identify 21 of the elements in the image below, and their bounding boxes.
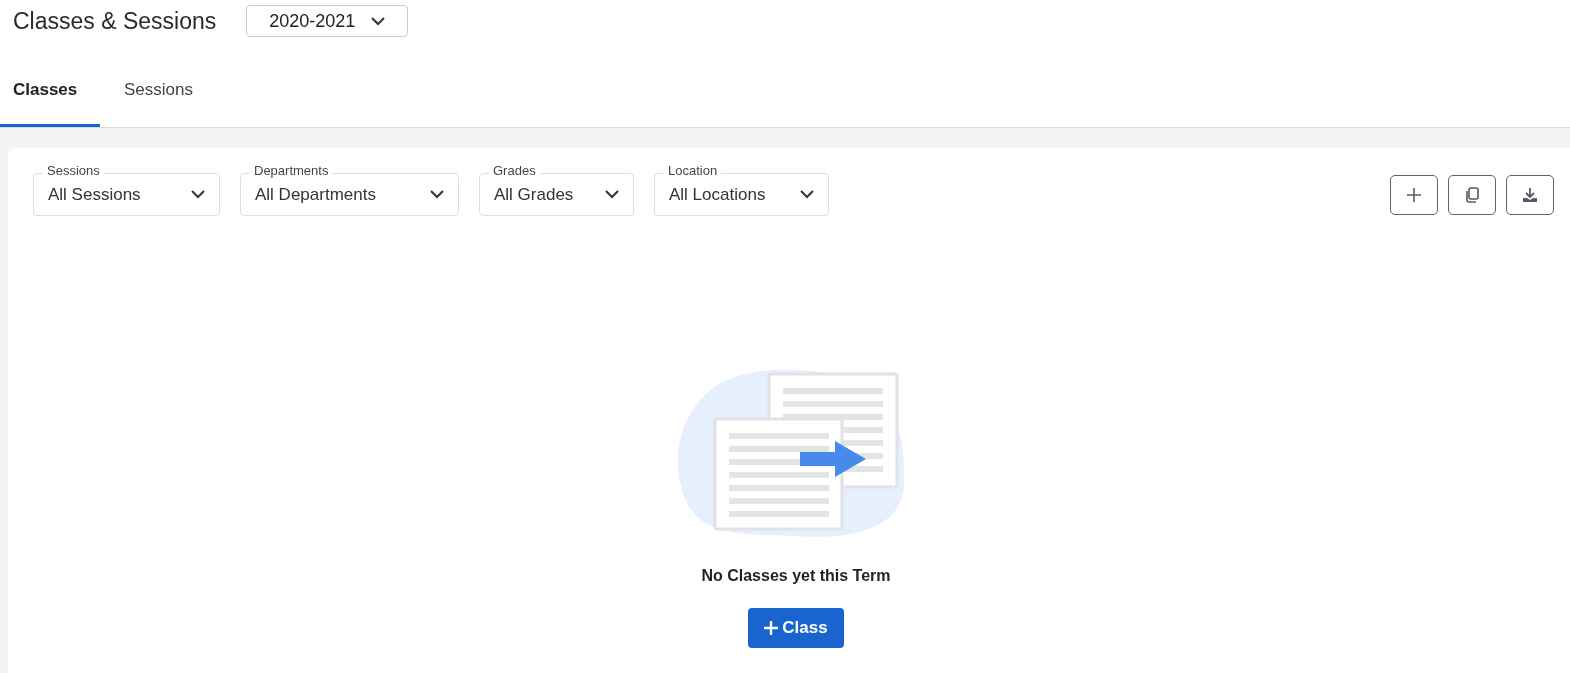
chevron-down-icon <box>800 190 814 199</box>
copy-icon <box>1464 187 1480 203</box>
download-icon <box>1522 187 1538 203</box>
tab[interactable]: Sessions <box>100 62 217 127</box>
filter-value: All Sessions <box>48 183 141 206</box>
download-button[interactable] <box>1506 175 1554 215</box>
empty-message: No Classes yet this Term <box>701 566 891 586</box>
filter-value: All Locations <box>669 183 766 206</box>
year-select[interactable]: 2020-2021 <box>246 5 409 37</box>
add-class-button[interactable]: Class <box>748 608 844 648</box>
chevron-down-icon <box>605 190 619 199</box>
filter-value: All Grades <box>494 183 574 206</box>
filter-value: All Departments <box>255 183 376 206</box>
plus-icon <box>764 621 779 635</box>
chevron-down-icon <box>430 190 444 199</box>
copy-button[interactable] <box>1448 175 1496 215</box>
page-title: Classes & Sessions <box>13 6 217 36</box>
chevron-down-icon <box>191 190 205 199</box>
add-button[interactable] <box>1390 175 1438 215</box>
plus-icon <box>1406 187 1422 203</box>
chevron-down-icon <box>371 16 386 26</box>
